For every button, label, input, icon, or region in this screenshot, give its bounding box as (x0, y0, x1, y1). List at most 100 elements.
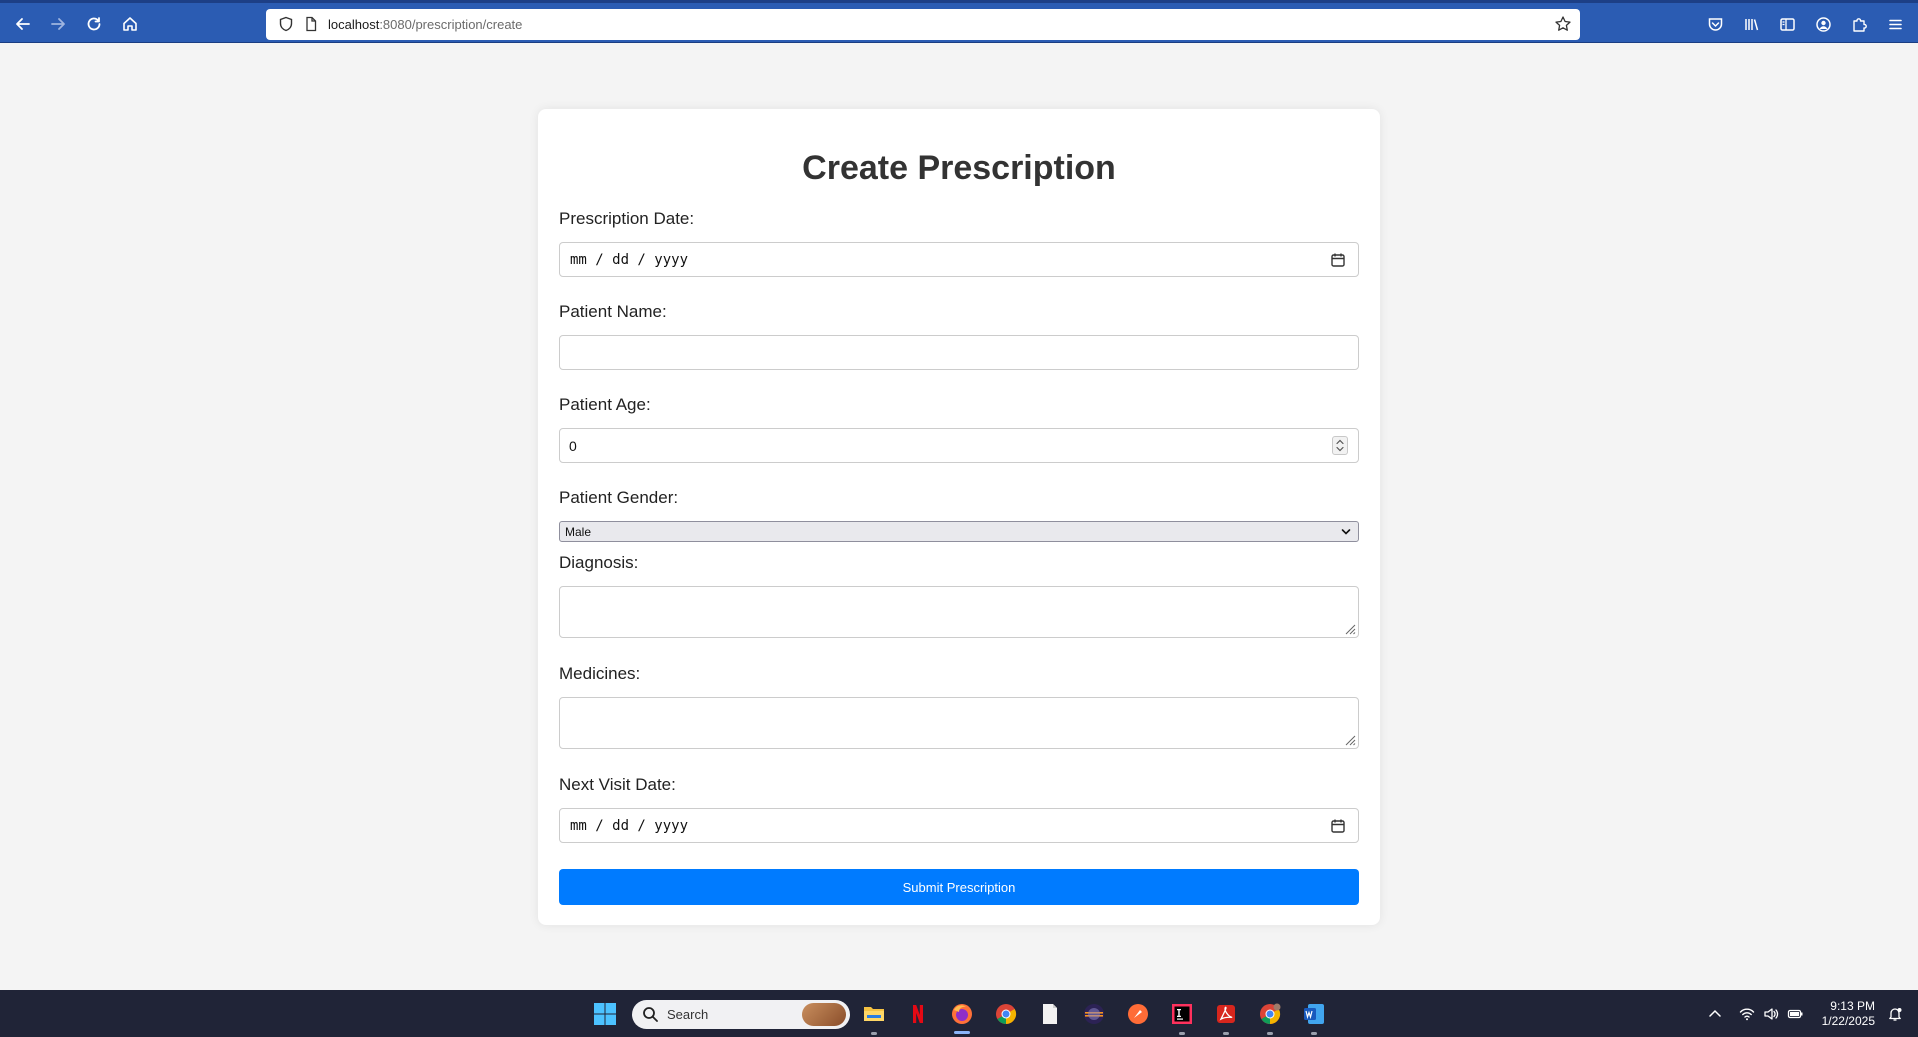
hamburger-menu-icon (1888, 19, 1902, 29)
reload-button[interactable] (82, 12, 106, 36)
patient-gender-value: Male (565, 525, 592, 539)
running-indicator (1267, 1032, 1273, 1035)
medicines-textarea[interactable] (559, 697, 1359, 749)
patient-gender-label: Patient Gender: (559, 488, 679, 507)
account-icon (1815, 16, 1831, 32)
postman-icon (1128, 1004, 1148, 1024)
word-button[interactable] (1302, 1002, 1326, 1026)
system-clock[interactable]: 9:13 PM 1/22/2025 (1822, 999, 1875, 1029)
patient-age-input[interactable]: 0 (559, 428, 1359, 463)
browser-toolbar: localhost:8080/prescription/create (0, 0, 1918, 43)
next-visit-date-input[interactable]: mm / dd / yyyy (559, 808, 1359, 843)
start-button[interactable] (593, 1002, 617, 1026)
page-icon[interactable] (303, 16, 319, 32)
home-button[interactable] (118, 12, 142, 36)
chevron-down-icon (1341, 529, 1351, 535)
chrome-icon (1260, 1003, 1281, 1025)
prescription-form-card: Create Prescription Prescription Date: m… (538, 109, 1380, 925)
eclipse-icon (1084, 1004, 1104, 1024)
patient-name-input[interactable] (559, 335, 1359, 370)
sidebar-button[interactable] (1777, 14, 1797, 34)
speaker-icon (1764, 1008, 1779, 1020)
diagnosis-textarea[interactable] (559, 586, 1359, 638)
submit-prescription-button[interactable]: Submit Prescription (559, 869, 1359, 905)
pdf-icon (1217, 1005, 1235, 1023)
url-text[interactable]: localhost:8080/prescription/create (328, 17, 522, 32)
calendar-icon[interactable] (1330, 252, 1346, 268)
chrome-profile-button[interactable] (1258, 1002, 1282, 1026)
wifi-status[interactable] (1738, 1006, 1756, 1022)
search-highlight-image (802, 1003, 846, 1026)
calendar-icon[interactable] (1330, 818, 1346, 834)
show-hidden-icons-button[interactable] (1706, 1006, 1724, 1022)
forward-arrow-icon (51, 18, 65, 30)
file-explorer-button[interactable] (862, 1002, 886, 1026)
battery-status[interactable] (1786, 1006, 1804, 1022)
eclipse-button[interactable] (1082, 1002, 1106, 1026)
intellij-button[interactable] (1170, 1002, 1194, 1026)
chevron-up-icon (1709, 1009, 1721, 1017)
extensions-button[interactable] (1849, 14, 1869, 34)
running-indicator (871, 1032, 877, 1035)
pocket-icon (1708, 17, 1722, 31)
volume-status[interactable] (1762, 1006, 1780, 1022)
chrome-button[interactable] (994, 1002, 1018, 1026)
age-spinner[interactable] (1332, 436, 1348, 455)
account-button[interactable] (1813, 14, 1833, 34)
bookmark-star-icon[interactable] (1554, 15, 1572, 33)
firefox-icon (952, 1004, 972, 1024)
spinner-arrows-icon (1336, 439, 1344, 452)
notifications-button[interactable] (1886, 1006, 1904, 1022)
resize-handle-icon[interactable] (1344, 734, 1356, 746)
postman-button[interactable] (1126, 1002, 1150, 1026)
prescription-date-placeholder: mm / dd / yyyy (570, 252, 689, 268)
intellij-icon (1172, 1004, 1192, 1024)
netflix-icon (913, 1005, 923, 1023)
medicines-label: Medicines: (559, 664, 641, 683)
library-icon (1744, 18, 1758, 30)
clock-date: 1/22/2025 (1821, 1014, 1875, 1028)
search-icon (643, 1007, 658, 1022)
battery-icon (1787, 1009, 1803, 1019)
running-indicator (1311, 1032, 1317, 1035)
folder-icon (864, 1007, 884, 1021)
url-host: localhost (328, 17, 380, 32)
home-icon (123, 17, 137, 31)
next-visit-date-placeholder: mm / dd / yyyy (570, 818, 689, 834)
url-path: :8080/prescription/create (379, 17, 523, 32)
sidebar-icon (1779, 17, 1795, 31)
reload-icon (87, 17, 101, 31)
back-button[interactable] (11, 12, 35, 36)
prescription-date-label: Prescription Date: (559, 209, 695, 228)
wifi-icon (1739, 1008, 1755, 1021)
shield-icon[interactable] (278, 16, 294, 32)
chrome-icon (996, 1004, 1017, 1025)
running-indicator (1179, 1032, 1185, 1035)
active-app-indicator (954, 1031, 970, 1034)
patient-gender-select[interactable]: Male (559, 521, 1359, 542)
library-button[interactable] (1741, 14, 1761, 34)
page-title: Create Prescription (802, 149, 1116, 187)
next-visit-date-label: Next Visit Date: (559, 775, 676, 794)
prescription-date-input[interactable]: mm / dd / yyyy (559, 242, 1359, 277)
clock-time: 9:13 PM (1830, 999, 1875, 1013)
taskbar-search[interactable]: Search (632, 1000, 850, 1029)
word-icon (1304, 1004, 1324, 1024)
netflix-button[interactable] (906, 1002, 930, 1026)
notification-bell-icon (1889, 1008, 1902, 1021)
notepad-button[interactable] (1038, 1002, 1062, 1026)
resize-handle-icon[interactable] (1344, 623, 1356, 635)
address-bar[interactable]: localhost:8080/prescription/create (266, 9, 1580, 40)
pocket-button[interactable] (1705, 14, 1725, 34)
search-label: Search (667, 1007, 709, 1022)
diagnosis-label: Diagnosis: (559, 553, 639, 572)
patient-age-label: Patient Age: (559, 395, 651, 414)
puzzle-icon (1852, 17, 1867, 32)
acrobat-button[interactable] (1214, 1002, 1238, 1026)
forward-button[interactable] (46, 12, 70, 36)
menu-button[interactable] (1885, 14, 1905, 34)
windows-logo-icon (594, 1003, 616, 1025)
running-indicator (1223, 1032, 1229, 1035)
document-icon (1043, 1004, 1057, 1024)
firefox-button[interactable] (950, 1002, 974, 1026)
